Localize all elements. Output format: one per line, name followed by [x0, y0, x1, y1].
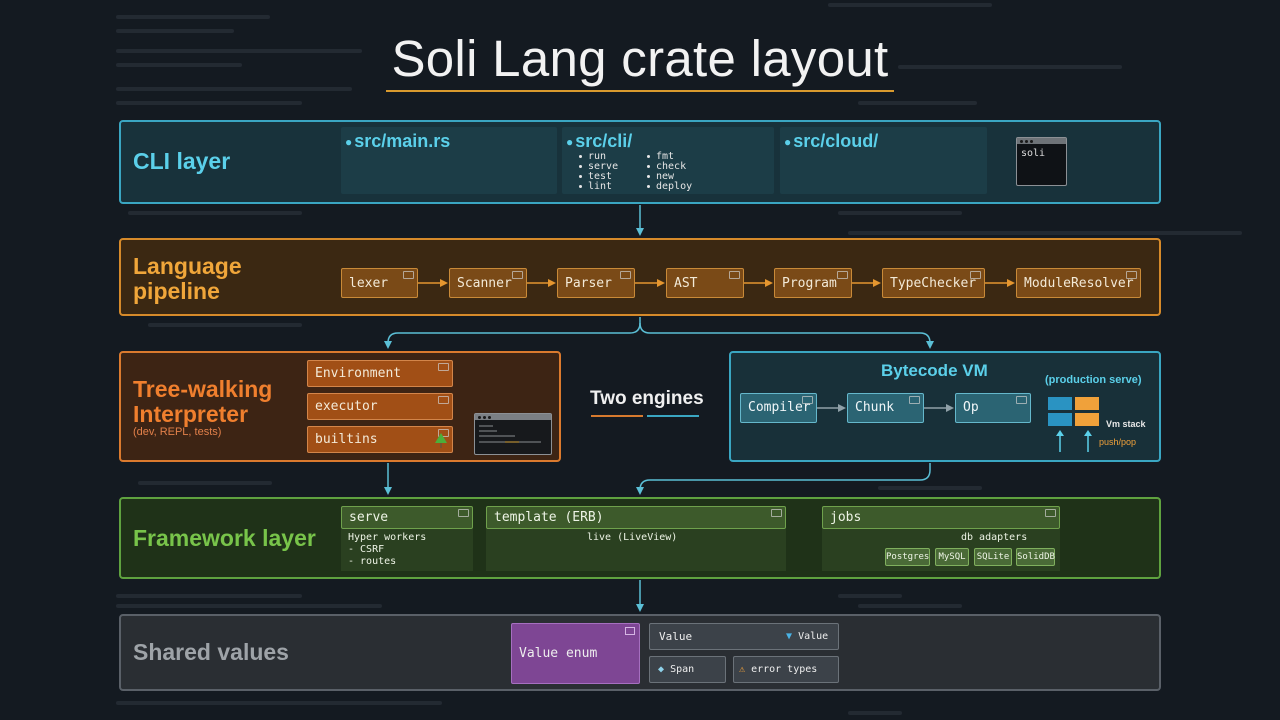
- title-underline: [386, 90, 894, 92]
- warning-icon: ⚠: [739, 664, 746, 675]
- vm-sub-label: (production serve): [1045, 374, 1142, 386]
- command-item: lint: [579, 181, 612, 192]
- bullet-icon: ●: [345, 135, 353, 150]
- cloud-dir-title: ● src/cloud/: [784, 131, 878, 152]
- repl-lines: [479, 425, 541, 443]
- serve-item: Hyper workers: [348, 532, 427, 543]
- serve-details: Hyper workers - CSRF - routes: [341, 529, 473, 571]
- main-rs-panel: ● src/main.rs: [341, 127, 557, 194]
- vm-stack-icon: [1048, 397, 1099, 452]
- code-icon: [620, 271, 631, 279]
- chunk-node: Chunk: [847, 393, 924, 423]
- code-icon: [729, 271, 740, 279]
- jobs-node: jobs: [822, 506, 1060, 529]
- live-label: live (LiveView): [587, 532, 678, 543]
- cloud-dir-label: src/cloud/: [793, 131, 879, 151]
- push-pop-label: push/pop: [1099, 437, 1137, 447]
- stage-lexer: lexer: [341, 268, 418, 298]
- tree-icon: [435, 433, 447, 448]
- code-icon: [512, 271, 523, 279]
- code-icon: [438, 396, 449, 404]
- code-icon: [458, 509, 469, 517]
- code-icon: [625, 627, 635, 635]
- stage-ast: AST: [666, 268, 744, 298]
- db-mysql: MySQL: [935, 548, 969, 566]
- op-node: Op: [955, 393, 1031, 423]
- db-sqlite: SQLite: [974, 548, 1012, 566]
- cli-dir-panel: ● src/cli/ run serve test lint fmt check …: [562, 127, 774, 194]
- value-node: Value ▼ Value: [649, 623, 839, 650]
- code-icon: [438, 363, 449, 371]
- cli-layer-label: CLI layer: [133, 148, 231, 174]
- environment-node: Environment: [307, 360, 453, 387]
- code-icon: [771, 509, 782, 517]
- span-icon: ◆: [658, 664, 665, 675]
- terminal-text: soli: [1021, 148, 1046, 159]
- framework-layer-label: Framework layer: [133, 525, 316, 551]
- db-adapters-label: db adapters: [961, 532, 1028, 543]
- stage-scanner: Scanner: [449, 268, 527, 298]
- stage-program: Program: [774, 268, 852, 298]
- db-soliddb: SolidDB: [1016, 548, 1055, 566]
- value-type-icon: ▼: [786, 631, 793, 642]
- command-item: deploy: [647, 181, 692, 192]
- stage-typechecker: TypeChecker: [882, 268, 985, 298]
- template-details: live (LiveView): [486, 529, 786, 571]
- tree-layer-label: Tree-walking Interpreter: [133, 377, 272, 427]
- vm-title: Bytecode VM: [881, 361, 988, 380]
- two-engines-underline-orange: [591, 415, 643, 417]
- code-icon: [837, 271, 848, 279]
- code-icon: [909, 396, 920, 404]
- cloud-dir-panel: ● src/cloud/: [780, 127, 987, 194]
- pipeline-label-line2: pipeline: [133, 278, 220, 304]
- code-icon: [403, 271, 414, 279]
- value-enum-node: Value enum: [511, 623, 640, 684]
- code-icon: [1045, 509, 1056, 517]
- stage-parser: Parser: [557, 268, 635, 298]
- code-icon: [1126, 271, 1137, 279]
- language-pipeline-layer: [119, 238, 1161, 316]
- stage-moduleresolver: ModuleResolver: [1016, 268, 1141, 298]
- value-tag: ▼ Value: [786, 631, 829, 642]
- builtins-node: builtins: [307, 426, 453, 453]
- db-postgres: Postgres: [885, 548, 930, 566]
- tree-label-line1: Tree-walking: [133, 376, 273, 402]
- diagram-title: Soli Lang crate layout: [391, 30, 889, 87]
- error-types-node: ⚠ error types: [733, 656, 839, 683]
- cli-dir-label: src/cli/: [575, 131, 633, 151]
- tree-sub-label: (dev, REPL, tests): [133, 426, 222, 438]
- repl-window-icon: [474, 413, 552, 455]
- shared-values-label: Shared values: [133, 639, 289, 665]
- code-icon: [970, 271, 981, 279]
- cli-dir-title: ● src/cli/: [566, 131, 632, 152]
- pipeline-label-line1: Language: [133, 253, 242, 279]
- bullet-icon: ●: [784, 135, 792, 150]
- two-engines-underline-blue: [647, 415, 699, 417]
- vm-stack-label: Vm stack: [1106, 419, 1146, 429]
- tree-label-line2: Interpreter: [133, 401, 249, 427]
- main-rs-label: src/main.rs: [354, 131, 451, 151]
- template-node: template (ERB): [486, 506, 786, 529]
- serve-item: - routes: [348, 556, 397, 567]
- terminal-window-icon: soli: [1016, 137, 1067, 186]
- serve-node: serve: [341, 506, 473, 529]
- code-icon: [1016, 396, 1027, 404]
- compiler-node: Compiler: [740, 393, 817, 423]
- serve-item: - CSRF: [348, 544, 385, 555]
- code-icon: [802, 396, 813, 404]
- span-node: ◆ Span: [649, 656, 726, 683]
- executor-node: executor: [307, 393, 453, 420]
- main-rs-title: ● src/main.rs: [345, 131, 450, 152]
- two-engines-label: Two engines: [590, 388, 704, 409]
- pipeline-layer-label: Language pipeline: [133, 254, 242, 304]
- bullet-icon: ●: [566, 135, 574, 150]
